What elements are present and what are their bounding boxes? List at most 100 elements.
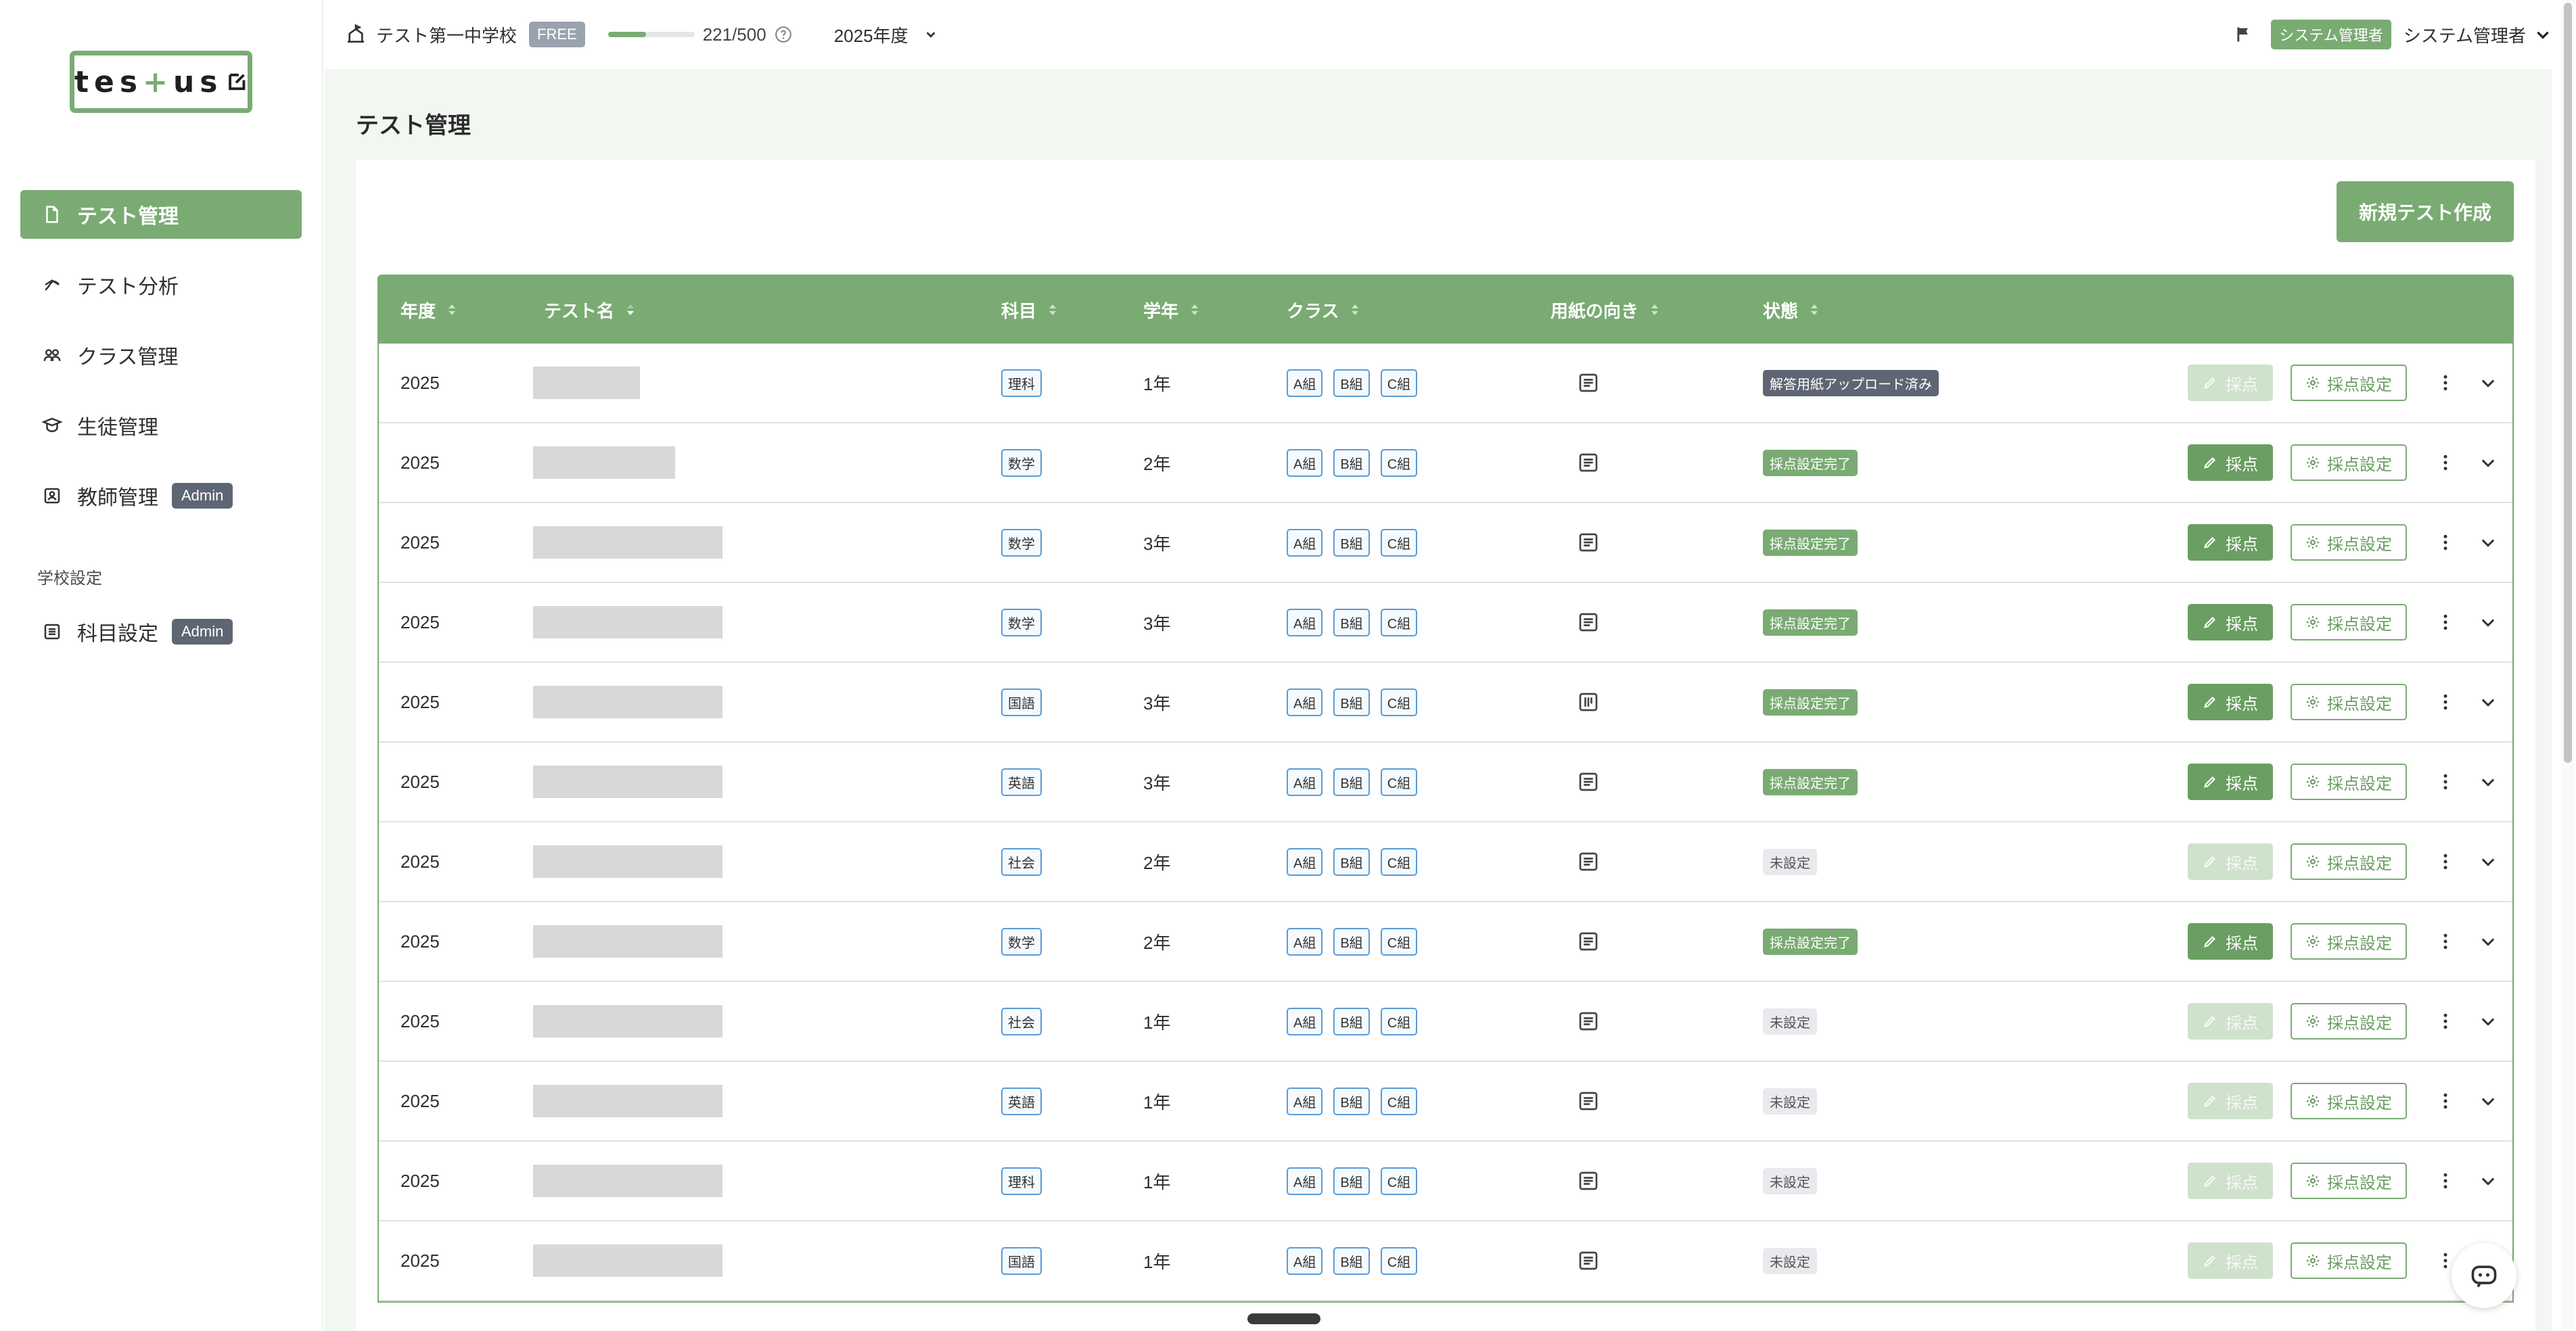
test-name-redacted[interactable] bbox=[533, 766, 722, 798]
column-header-name[interactable]: テスト名 bbox=[544, 298, 636, 323]
column-header-orientation[interactable]: 用紙の向き bbox=[1550, 298, 1660, 323]
cell-more[interactable] bbox=[2435, 851, 2456, 872]
table-row[interactable]: 2025 理科 1年 A組 B組 C組 未設定 採点 採点設定 bbox=[379, 1142, 2512, 1221]
grade-button[interactable]: 採点 bbox=[2188, 524, 2273, 561]
cell-more[interactable] bbox=[2435, 612, 2456, 632]
grading-settings-button[interactable]: 採点設定 bbox=[2291, 923, 2407, 960]
grading-settings-button[interactable]: 採点設定 bbox=[2291, 1003, 2407, 1040]
more-options-icon[interactable] bbox=[2435, 373, 2456, 393]
more-options-icon[interactable] bbox=[2435, 612, 2456, 632]
flag-icon[interactable] bbox=[2234, 25, 2253, 44]
column-header-class[interactable]: クラス bbox=[1287, 298, 1360, 323]
cell-expand[interactable] bbox=[2479, 453, 2498, 472]
cell-expand[interactable] bbox=[2479, 772, 2498, 791]
chevron-down-icon[interactable] bbox=[2479, 533, 2498, 552]
table-row[interactable]: 2025 国語 3年 A組 B組 C組 採点設定完了 採点 採点設定 bbox=[379, 663, 2512, 743]
test-name-redacted[interactable] bbox=[533, 446, 675, 479]
cell-more[interactable] bbox=[2435, 1091, 2456, 1111]
scroll-thumb[interactable] bbox=[2564, 3, 2572, 763]
cell-expand[interactable] bbox=[2479, 373, 2498, 392]
test-name-redacted[interactable] bbox=[533, 1005, 722, 1037]
grade-button[interactable]: 採点 bbox=[2188, 444, 2273, 481]
grading-settings-button[interactable]: 採点設定 bbox=[2291, 843, 2407, 880]
sidebar-item-0[interactable]: テスト管理 bbox=[20, 190, 302, 239]
table-row[interactable]: 2025 国語 1年 A組 B組 C組 未設定 採点 採点設定 bbox=[379, 1221, 2512, 1301]
chevron-down-icon[interactable] bbox=[2479, 852, 2498, 871]
cell-more[interactable] bbox=[2435, 772, 2456, 792]
new-test-button[interactable]: 新規テスト作成 bbox=[2337, 181, 2514, 242]
test-name-redacted[interactable] bbox=[533, 1165, 722, 1197]
grade-button[interactable]: 採点 bbox=[2188, 1242, 2273, 1279]
user-menu[interactable]: システム管理者 bbox=[2404, 22, 2526, 47]
table-row[interactable]: 2025 社会 1年 A組 B組 C組 未設定 採点 採点設定 bbox=[379, 982, 2512, 1062]
grading-settings-button[interactable]: 採点設定 bbox=[2291, 524, 2407, 561]
bottom-drag-handle[interactable] bbox=[1247, 1313, 1320, 1324]
column-header-year[interactable]: 年度 bbox=[400, 298, 457, 323]
chevron-down-icon[interactable] bbox=[2479, 373, 2498, 392]
table-row[interactable]: 2025 社会 2年 A組 B組 C組 未設定 採点 採点設定 bbox=[379, 822, 2512, 902]
grading-settings-button[interactable]: 採点設定 bbox=[2291, 604, 2407, 640]
cell-expand[interactable] bbox=[2479, 533, 2498, 552]
table-row[interactable]: 2025 数学 2年 A組 B組 C組 採点設定完了 採点 採点設定 bbox=[379, 423, 2512, 503]
grading-settings-button[interactable]: 採点設定 bbox=[2291, 764, 2407, 800]
year-select[interactable]: 2025年度 bbox=[834, 22, 938, 47]
cell-more[interactable] bbox=[2435, 452, 2456, 473]
cell-expand[interactable] bbox=[2479, 852, 2498, 871]
table-row[interactable]: 2025 数学 3年 A組 B組 C組 採点設定完了 採点 採点設定 bbox=[379, 583, 2512, 663]
grading-settings-button[interactable]: 採点設定 bbox=[2291, 1083, 2407, 1119]
sidebar-settings-item-0[interactable]: 科目設定 Admin bbox=[20, 607, 302, 656]
chevron-down-icon[interactable] bbox=[2479, 772, 2498, 791]
cell-more[interactable] bbox=[2435, 692, 2456, 712]
grade-button[interactable]: 採点 bbox=[2188, 923, 2273, 960]
cell-more[interactable] bbox=[2435, 1171, 2456, 1191]
more-options-icon[interactable] bbox=[2435, 1091, 2456, 1111]
app-logo[interactable]: tes + us bbox=[70, 51, 252, 113]
table-row[interactable]: 2025 英語 3年 A組 B組 C組 採点設定完了 採点 採点設定 bbox=[379, 743, 2512, 822]
table-row[interactable]: 2025 数学 3年 A組 B組 C組 採点設定完了 採点 採点設定 bbox=[379, 503, 2512, 583]
test-name-redacted[interactable] bbox=[533, 686, 722, 718]
sidebar-item-3[interactable]: 生徒管理 bbox=[20, 401, 302, 450]
cell-expand[interactable] bbox=[2479, 1092, 2498, 1111]
more-options-icon[interactable] bbox=[2435, 452, 2456, 473]
sidebar-item-4[interactable]: 教師管理 Admin bbox=[20, 471, 302, 520]
more-options-icon[interactable] bbox=[2435, 1171, 2456, 1191]
grade-button[interactable]: 採点 bbox=[2188, 365, 2273, 401]
cell-expand[interactable] bbox=[2479, 932, 2498, 951]
page-scrollbar[interactable] bbox=[2561, 0, 2575, 1331]
table-row[interactable]: 2025 理科 1年 A組 B組 C組 解答用紙アップロード済み 採点 採点設定 bbox=[379, 344, 2512, 423]
grade-button[interactable]: 採点 bbox=[2188, 843, 2273, 880]
more-options-icon[interactable] bbox=[2435, 851, 2456, 872]
test-name-redacted[interactable] bbox=[533, 606, 722, 638]
test-name-redacted[interactable] bbox=[533, 1085, 722, 1117]
column-header-subject[interactable]: 科目 bbox=[1001, 298, 1058, 323]
chevron-down-icon[interactable] bbox=[2479, 693, 2498, 711]
grade-button[interactable]: 採点 bbox=[2188, 604, 2273, 640]
grading-settings-button[interactable]: 採点設定 bbox=[2291, 444, 2407, 481]
cell-expand[interactable] bbox=[2479, 1171, 2498, 1190]
chevron-down-icon[interactable] bbox=[2479, 613, 2498, 632]
table-row[interactable]: 2025 英語 1年 A組 B組 C組 未設定 採点 採点設定 bbox=[379, 1062, 2512, 1142]
more-options-icon[interactable] bbox=[2435, 772, 2456, 792]
grading-settings-button[interactable]: 採点設定 bbox=[2291, 1242, 2407, 1279]
help-icon[interactable] bbox=[775, 26, 792, 43]
column-header-grade[interactable]: 学年 bbox=[1143, 298, 1200, 323]
grading-settings-button[interactable]: 採点設定 bbox=[2291, 1163, 2407, 1199]
test-name-redacted[interactable] bbox=[533, 925, 722, 958]
more-options-icon[interactable] bbox=[2435, 532, 2456, 553]
grade-button[interactable]: 採点 bbox=[2188, 1003, 2273, 1040]
cell-expand[interactable] bbox=[2479, 1012, 2498, 1031]
more-options-icon[interactable] bbox=[2435, 692, 2456, 712]
cell-expand[interactable] bbox=[2479, 613, 2498, 632]
cell-more[interactable] bbox=[2435, 1011, 2456, 1031]
more-options-icon[interactable] bbox=[2435, 1011, 2456, 1031]
test-name-redacted[interactable] bbox=[533, 1244, 722, 1277]
cell-more[interactable] bbox=[2435, 931, 2456, 952]
column-header-status[interactable]: 状態 bbox=[1763, 298, 1820, 323]
chevron-down-icon[interactable] bbox=[2479, 1171, 2498, 1190]
grade-button[interactable]: 採点 bbox=[2188, 1083, 2273, 1119]
cell-more[interactable] bbox=[2435, 373, 2456, 393]
sidebar-item-2[interactable]: クラス管理 bbox=[20, 331, 302, 379]
grade-button[interactable]: 採点 bbox=[2188, 1163, 2273, 1199]
chevron-down-icon[interactable] bbox=[2479, 1092, 2498, 1111]
more-options-icon[interactable] bbox=[2435, 931, 2456, 952]
